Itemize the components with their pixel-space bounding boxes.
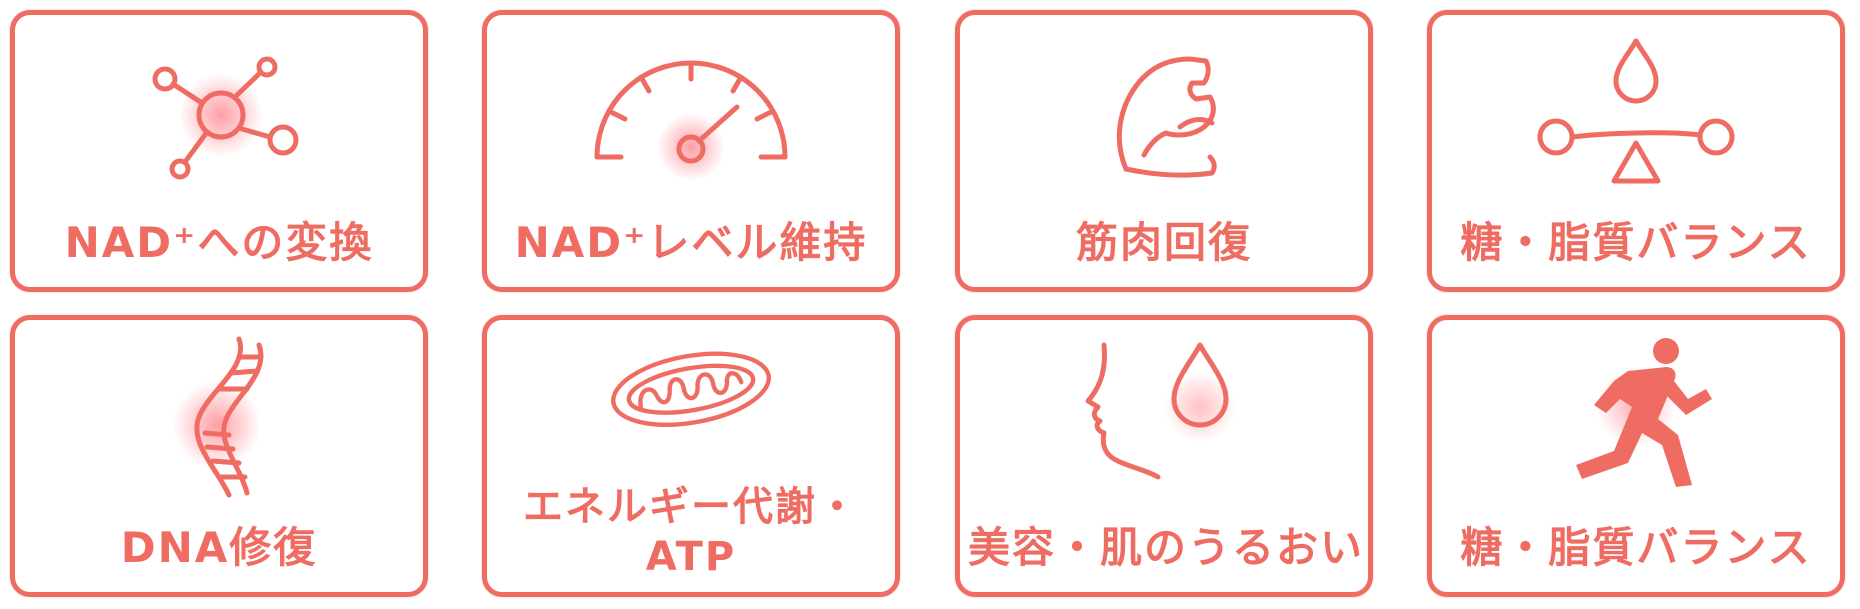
card-label: DNA修復	[120, 523, 318, 572]
card-label: NAD⁺レベル維持	[514, 218, 868, 267]
gauge-icon	[594, 60, 788, 181]
card-sugar-lipid-balance-2: 糖・脂質バランス	[1427, 315, 1845, 597]
balance-scale-icon	[1537, 38, 1735, 184]
card-beauty-skin: 美容・肌のうるおい	[955, 315, 1373, 597]
card-nad-level: NAD⁺レベル維持	[482, 10, 900, 292]
dna-helix-icon	[173, 336, 264, 498]
card-dna-repair: DNA修復	[10, 315, 428, 597]
card-label: 糖・脂質バランス	[1460, 523, 1812, 572]
muscle-arm-icon	[1116, 56, 1217, 178]
card-energy-metabolism: エネルギー代謝・ ATP	[482, 315, 900, 597]
card-muscle-recovery: 筋肉回復	[955, 10, 1373, 292]
card-nad-conversion: NAD⁺への変換	[10, 10, 428, 292]
card-sugar-lipid-balance: 糖・脂質バランス	[1427, 10, 1845, 292]
card-label-line-2: ATP	[645, 534, 737, 580]
card-label: エネルギー代謝・ ATP	[495, 482, 887, 582]
card-label: NAD⁺への変換	[64, 218, 374, 267]
molecule-icon	[152, 56, 299, 180]
card-label-line-1: エネルギー代謝・	[523, 484, 859, 530]
card-label: 筋肉回復	[1075, 218, 1252, 267]
card-label: 糖・脂質バランス	[1460, 218, 1812, 267]
card-label: 美容・肌のうるおい	[968, 523, 1365, 572]
running-person-icon	[1576, 338, 1712, 487]
benefit-grid: NAD⁺への変換 NAD⁺レベル維持 筋肉回復 糖・脂質バランス DNA修復 エ…	[10, 10, 1852, 600]
face-droplet-icon	[1085, 342, 1236, 480]
mitochondria-icon	[611, 351, 771, 427]
